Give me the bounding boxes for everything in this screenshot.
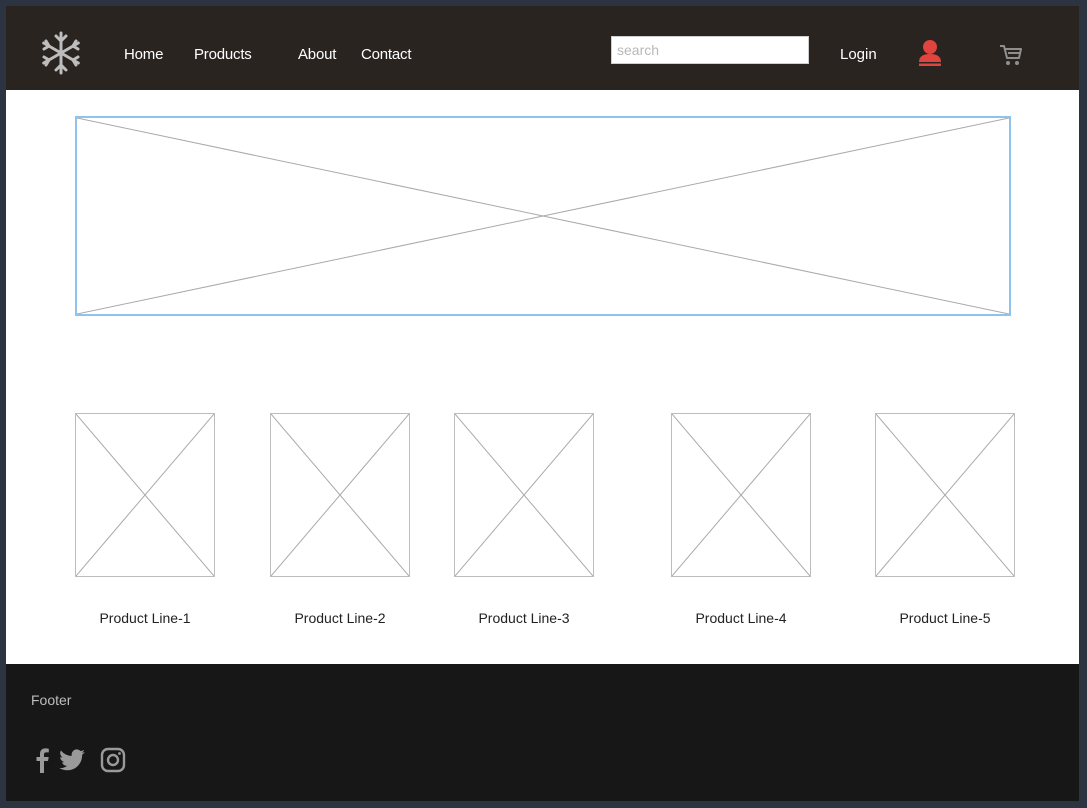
product-image-placeholder[interactable] xyxy=(270,413,410,577)
footer-label: Footer xyxy=(31,692,72,708)
product-card: Product Line-5 xyxy=(875,413,1015,626)
image-placeholder-icon xyxy=(271,414,409,576)
image-placeholder-icon xyxy=(77,118,1009,314)
twitter-icon[interactable] xyxy=(58,746,86,774)
product-card: Product Line-2 xyxy=(270,413,410,626)
snowflake-icon[interactable] xyxy=(38,30,84,76)
nav-about[interactable]: About xyxy=(298,46,336,63)
login-link[interactable]: Login xyxy=(840,46,877,63)
image-placeholder-icon xyxy=(455,414,593,576)
product-label[interactable]: Product Line-5 xyxy=(855,610,1035,626)
product-image-placeholder[interactable] xyxy=(875,413,1015,577)
product-image-placeholder[interactable] xyxy=(454,413,594,577)
nav-products[interactable]: Products xyxy=(194,46,252,63)
facebook-icon[interactable] xyxy=(28,746,56,774)
image-placeholder-icon xyxy=(672,414,810,576)
page-frame: Home Products About Contact Login xyxy=(6,6,1079,801)
product-card: Product Line-3 xyxy=(454,413,594,626)
product-label[interactable]: Product Line-3 xyxy=(434,610,614,626)
user-icon[interactable] xyxy=(918,39,942,67)
product-image-placeholder[interactable] xyxy=(75,413,215,577)
product-label[interactable]: Product Line-4 xyxy=(651,610,831,626)
product-card: Product Line-1 xyxy=(75,413,215,626)
footer: Footer xyxy=(6,664,1079,801)
instagram-icon[interactable] xyxy=(99,746,127,774)
product-label[interactable]: Product Line-2 xyxy=(250,610,430,626)
banner-image-placeholder[interactable] xyxy=(75,116,1011,316)
nav-contact[interactable]: Contact xyxy=(361,46,411,63)
header: Home Products About Contact Login xyxy=(6,6,1079,90)
cart-icon[interactable] xyxy=(999,43,1023,67)
product-card: Product Line-4 xyxy=(671,413,811,626)
product-label[interactable]: Product Line-1 xyxy=(55,610,235,626)
image-placeholder-icon xyxy=(76,414,214,576)
product-image-placeholder[interactable] xyxy=(671,413,811,577)
image-placeholder-icon xyxy=(876,414,1014,576)
search-input[interactable] xyxy=(611,36,809,64)
nav-home[interactable]: Home xyxy=(124,46,163,63)
